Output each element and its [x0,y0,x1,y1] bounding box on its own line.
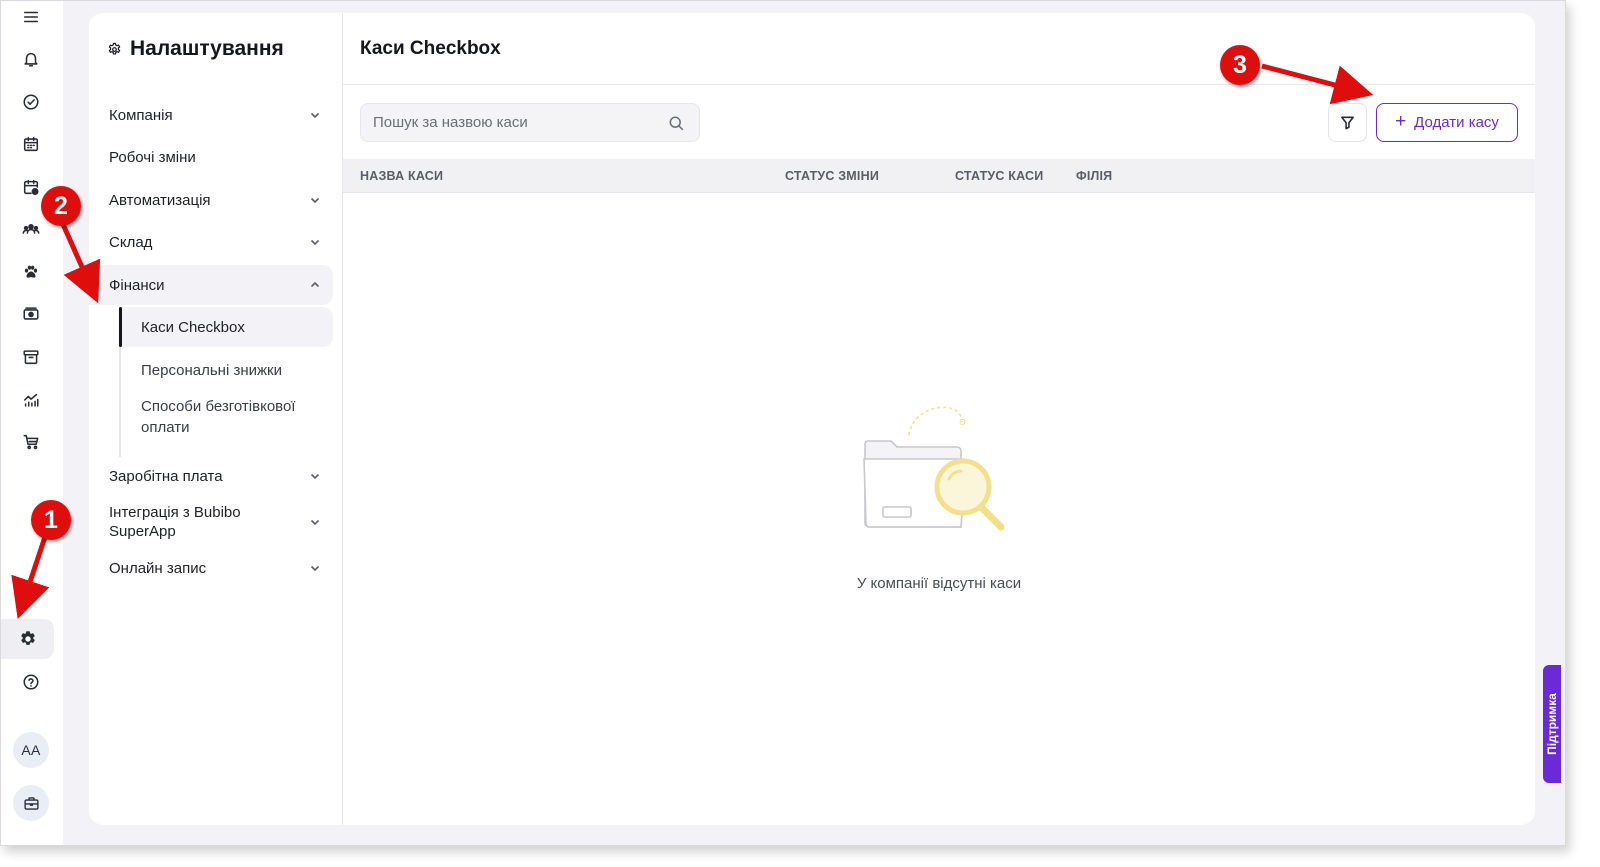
chevron-down-icon [310,473,320,480]
sub-item-label: Способи безготівкової оплати [141,398,296,436]
calendar-icon[interactable] [11,124,51,164]
column-header-branch[interactable]: ФІЛІЯ [1076,169,1112,183]
nav-item-label: Склад [109,233,153,251]
search-icon[interactable] [668,115,685,132]
filter-icon [1341,116,1354,130]
finance-submenu: Каси Checkbox Персональні знижки Способи… [119,307,333,457]
nav-item-label: Робочі зміни [109,148,196,166]
nav-item-label: Фінанси [109,276,165,294]
gear-icon [108,42,121,55]
filter-button[interactable] [1328,103,1367,142]
chevron-down-icon [310,239,320,246]
nav-item-warehouse[interactable]: Склад [89,222,333,262]
column-header-name[interactable]: НАЗВА КАСИ [360,169,443,183]
nav-item-label: Онлайн запис [109,559,207,577]
chevron-down-icon [310,519,320,526]
settings-title-text: Налаштування [130,37,284,60]
chevron-down-icon [310,197,320,204]
marker-1: 1 [31,500,71,540]
sub-item-label: Каси Checkbox [141,318,245,336]
empty-state-message: У компанії відсутні каси [856,575,1022,592]
paw-icon[interactable] [11,252,51,292]
column-header-register-status[interactable]: СТАТУС КАСИ [955,169,1043,183]
nav-item-company[interactable]: Компанія [89,95,333,135]
nav-item-label: Компанія [109,106,173,124]
check-circle-icon[interactable] [11,82,51,122]
icon-rail: AA [1,1,63,845]
main-header: Каси Checkbox [343,13,1535,85]
column-header-shift-status[interactable]: СТАТУС ЗМІНИ [785,169,879,183]
main-content: Каси Checkbox + Додати касу НАЗВА КАСИ С… [343,13,1535,825]
nav-item-integration[interactable]: Інтеграція з Bubibo SuperApp [89,500,333,544]
money-icon[interactable] [11,294,51,334]
nav-item-label: Автоматизація [109,191,211,209]
settings-panel: Налаштування Компанія Робочі зміни Автом… [89,13,1535,825]
nav-item-salary[interactable]: Заробітна плата [89,456,333,496]
nav-item-finance[interactable]: Фінанси [89,265,333,305]
sub-item-personal-discounts[interactable]: Персональні знижки [122,350,333,390]
plus-icon: + [1395,111,1407,132]
archive-icon[interactable] [11,337,51,377]
chevron-down-icon [310,565,320,572]
menu-icon[interactable] [11,1,51,37]
search-input[interactable] [361,104,661,141]
help-icon[interactable] [11,662,51,702]
table-header: НАЗВА КАСИ СТАТУС ЗМІНИ СТАТУС КАСИ ФІЛІ… [343,159,1535,193]
briefcase-icon[interactable] [13,785,49,821]
submenu-active-indicator [119,307,122,347]
page-title: Каси Checkbox [360,38,501,59]
empty-folder-illustration: ʚ [863,406,1005,531]
nav-item-work-shifts[interactable]: Робочі зміни [89,137,333,177]
marker-3: 3 [1220,45,1260,85]
support-label: Підтримка [1545,693,1559,755]
sub-item-cashless-methods[interactable]: Способи безготівкової оплати [122,395,317,439]
chevron-down-icon [310,112,320,119]
sub-item-checkbox-registers[interactable]: Каси Checkbox [122,307,333,347]
add-register-label: Додати касу [1414,114,1499,131]
nav-item-automation[interactable]: Автоматизація [89,180,333,220]
bell-icon[interactable] [11,39,51,79]
settings-nav: Налаштування Компанія Робочі зміни Автом… [89,13,343,825]
settings-title: Налаштування [107,37,284,61]
sub-item-label: Персональні знижки [141,361,282,379]
nav-item-label: Заробітна плата [109,467,223,485]
avatar[interactable]: AA [13,732,49,768]
analytics-icon[interactable] [11,380,51,420]
add-register-button[interactable]: + Додати касу [1376,103,1518,142]
support-tab[interactable]: Підтримка [1543,665,1561,783]
chevron-up-icon [310,281,320,288]
gear-icon[interactable] [1,619,54,659]
app-window: AA Налаштування Компанія Робочі зміни Ав… [0,0,1566,846]
nav-item-label: Інтеграція з Bubibo SuperApp [109,504,241,540]
marker-2: 2 [41,186,81,226]
cart-icon[interactable] [11,422,51,462]
search-box[interactable] [360,103,700,142]
svg-text:ʚ: ʚ [959,415,966,428]
nav-item-online-booking[interactable]: Онлайн запис [89,548,333,588]
